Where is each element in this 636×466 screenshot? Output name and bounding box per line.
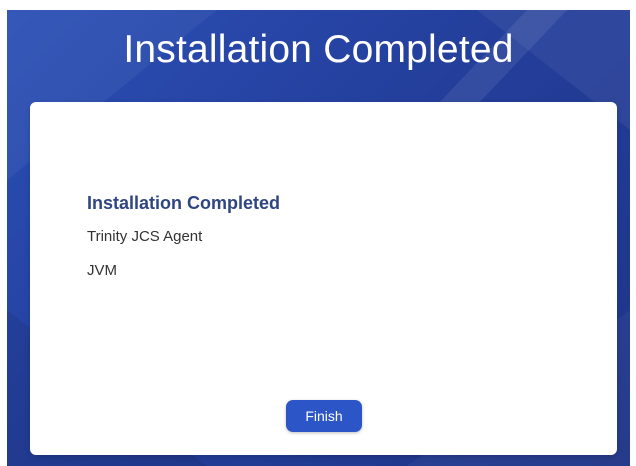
installed-component: Trinity JCS Agent: [87, 228, 203, 245]
installer-window: Installation Completed Installation Comp…: [7, 10, 630, 466]
finish-button[interactable]: Finish: [286, 400, 362, 432]
content-card: Installation Completed Trinity JCS Agent…: [30, 102, 617, 455]
page-title: Installation Completed: [123, 28, 514, 71]
installed-component: JVM: [87, 262, 117, 279]
section-heading: Installation Completed: [87, 193, 281, 213]
